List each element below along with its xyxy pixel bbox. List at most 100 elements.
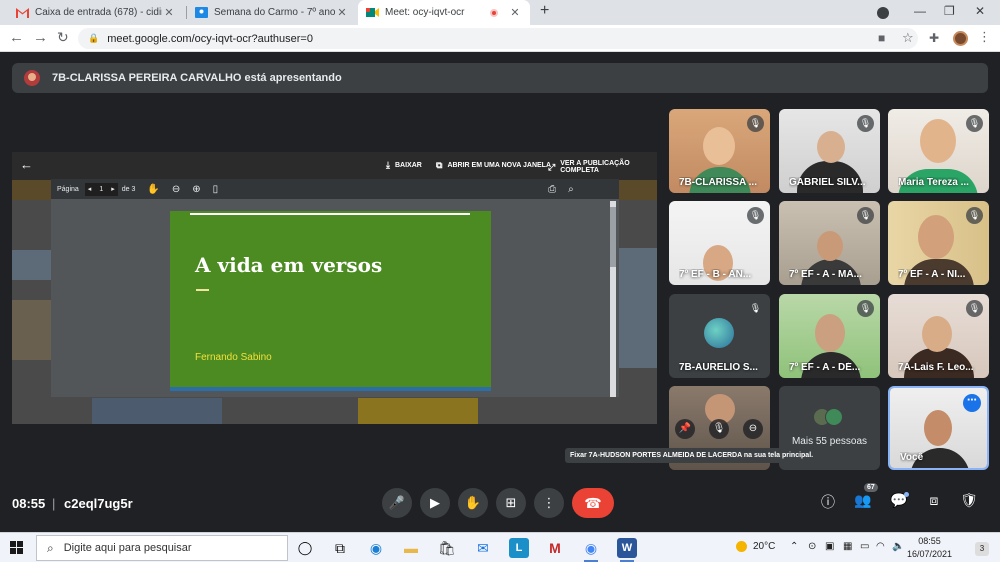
person-face (918, 215, 954, 259)
participant-name: GABRIEL SILV... (789, 177, 866, 188)
cortana-icon[interactable]: ◯ (295, 538, 315, 558)
tab-meet[interactable]: Meet: ocy-iqvt-ocr ✕ (358, 0, 530, 25)
mcafee-icon[interactable]: M (545, 538, 565, 558)
weather-widget[interactable]: 20°C (736, 541, 775, 552)
pdf-viewer[interactable]: Página ◂ 1 ▸ de 3 ✋ ⊖ ⊕ ▯ ⎙ ⌕ A vida em … (51, 179, 619, 397)
edge-icon[interactable]: ◉ (366, 538, 386, 558)
more-options-button[interactable]: ⋮ (534, 488, 564, 518)
drive-toolbar: ← ⤓ BAIXAR ⧉ ABRIR EM UMA NOVA JANELA ⤢ VER… (12, 152, 657, 180)
task-view-icon[interactable]: ⧉ (330, 538, 350, 558)
more-avatars (813, 408, 843, 426)
download-label: BAIXAR (394, 162, 422, 169)
forward-arrow-icon[interactable]: → (33, 29, 48, 46)
more-options-icon[interactable]: ⋯ (963, 394, 981, 412)
search-icon: ⌕ (47, 540, 54, 555)
participant-tile[interactable]: 🎙 7º EF - A - DÉ... (779, 294, 880, 378)
back-arrow-icon[interactable]: ← (20, 157, 33, 172)
volume-icon[interactable]: 🔈 (892, 541, 904, 552)
minimize-button[interactable]: — (914, 4, 926, 18)
meet-camera-icon[interactable]: ▣ (825, 541, 834, 552)
reload-icon[interactable]: ↻ (57, 29, 69, 46)
tab-gmail[interactable]: Caixa de entrada (678) - cidinha( ✕ (8, 0, 184, 25)
address-bar: ← → ↻ 🔒 meet.google.com/ocy-iqvt-ocr?aut… (0, 25, 1000, 52)
page-view-icon[interactable]: ▯ (213, 184, 219, 195)
hand-tool-icon[interactable]: ✋ (147, 184, 159, 195)
mic-off-icon: 🎙 (749, 303, 762, 313)
tray-app-icon[interactable]: ⊙ (808, 541, 816, 552)
self-name: Você (900, 452, 924, 463)
close-tab-icon[interactable]: ✕ (162, 6, 176, 19)
prev-page-icon[interactable]: ◂ (88, 185, 92, 193)
camera-icon[interactable]: ■ (878, 31, 885, 45)
url-field[interactable]: 🔒 meet.google.com/ocy-iqvt-ocr?authuser=… (78, 28, 918, 49)
zoom-in-icon[interactable]: ⊕ (192, 184, 200, 195)
tab-classroom[interactable]: Semana do Carmo - 7º ano EF A ✕ (187, 0, 357, 25)
participant-name: 7A-Lais F. Leo... (898, 362, 974, 373)
view-publication-label: VER A PUBLICAÇÃO COMPLETA (560, 160, 630, 174)
store-icon[interactable]: 🛍 (437, 538, 457, 558)
self-tile[interactable]: ⋯ Você (888, 386, 989, 470)
bookmark-star-icon[interactable]: ☆ (902, 30, 914, 46)
search-icon[interactable]: ⌕ (568, 184, 574, 195)
new-tab-button[interactable]: + (540, 2, 549, 20)
taskbar-search[interactable]: ⌕ Digite aqui para pesquisar (36, 535, 288, 561)
remove-icon[interactable]: ⊖ (743, 419, 763, 439)
participant-tile[interactable]: 🎙 7º EF - A - NI... (888, 201, 989, 285)
microphone-button[interactable]: 🎤 (382, 488, 412, 518)
participant-tile[interactable]: 🎙 7B-CLARISSA ... (669, 109, 770, 193)
open-new-window-button[interactable]: ⧉ ABRIR EM UMA NOVA JANELA (436, 160, 551, 171)
print-icon[interactable]: ⎙ (548, 184, 556, 195)
chrome-icon[interactable]: ◉ (581, 538, 601, 562)
battery-icon[interactable]: ▭ (860, 541, 869, 552)
present-icon: ⊞ (505, 495, 517, 510)
participant-tile[interactable]: 🎙 Maria Tereza ... (888, 109, 989, 193)
page-number: 1 (99, 185, 104, 193)
wifi-icon[interactable]: ◠ (876, 541, 885, 552)
maximize-button[interactable]: ❐ (944, 4, 955, 18)
presentation-screen[interactable]: ← ⤓ BAIXAR ⧉ ABRIR EM UMA NOVA JANELA ⤢ VER… (12, 152, 657, 424)
host-controls-icon[interactable]: 🛡 (958, 492, 980, 509)
tab-search-icon[interactable] (877, 7, 889, 19)
close-window-button[interactable]: ✕ (975, 4, 985, 18)
participant-tile[interactable]: 🎙 7A-Lais F. Leo... (888, 294, 989, 378)
notification-center-icon[interactable]: 3 (975, 542, 989, 556)
camera-button[interactable]: ▶ (420, 488, 450, 518)
profile-avatar[interactable] (953, 31, 968, 46)
people-icon[interactable]: 👥 (852, 492, 874, 509)
download-button[interactable]: ⤓ BAIXAR (386, 160, 422, 171)
pin-icon[interactable]: 📌 (675, 419, 695, 439)
mail-icon[interactable]: ✉ (473, 538, 493, 558)
page-selector[interactable]: ◂ 1 ▸ (84, 182, 118, 196)
participant-tile[interactable]: 🎙 7º EF - B - AN... (669, 201, 770, 285)
raise-hand-button[interactable]: ✋ (458, 488, 488, 518)
mute-participant-icon[interactable]: 🎙 (709, 419, 729, 439)
close-tab-icon[interactable]: ✕ (508, 6, 522, 19)
next-page-icon[interactable]: ▸ (111, 185, 115, 193)
participant-tile[interactable]: 🎙 7º EF - A - MA... (779, 201, 880, 285)
participant-name: 7º EF - A - NI... (898, 269, 966, 280)
slide-bottom-bar (170, 387, 491, 391)
app-l-icon[interactable]: L (509, 538, 529, 558)
view-publication-button[interactable]: ⤢ VER A PUBLICAÇÃO COMPLETA (548, 160, 657, 174)
close-tab-icon[interactable]: ✕ (335, 6, 349, 19)
activities-icon[interactable]: ⧈ (923, 492, 945, 509)
extensions-icon[interactable]: ✚ (929, 31, 939, 45)
presenter-avatar (24, 70, 40, 86)
zoom-out-icon[interactable]: ⊖ (172, 184, 180, 195)
chrome-menu-icon[interactable]: ⋮ (978, 29, 991, 45)
slide-dash (196, 289, 209, 291)
word-icon[interactable]: W (617, 538, 637, 562)
scrollbar-thumb[interactable] (610, 207, 616, 267)
leave-call-button[interactable]: ☎ (572, 488, 614, 518)
present-screen-button[interactable]: ⊞ (496, 488, 526, 518)
windows-start-icon[interactable] (10, 541, 24, 555)
participant-tile[interactable]: 🎙 7B-AURELIO S... (669, 294, 770, 378)
participant-tile[interactable]: 🎙 GABRIEL SILV... (779, 109, 880, 193)
pdf-scrollbar[interactable] (610, 201, 616, 397)
file-explorer-icon[interactable]: ▬ (401, 538, 421, 558)
back-arrow-icon[interactable]: ← (9, 29, 24, 46)
tray-app-icon[interactable]: ▦ (843, 541, 852, 552)
system-clock[interactable]: 08:55 16/07/2021 (907, 535, 952, 561)
tray-chevron-icon[interactable]: ⌃ (790, 541, 798, 552)
meeting-details-icon[interactable]: ⓘ (817, 492, 839, 512)
